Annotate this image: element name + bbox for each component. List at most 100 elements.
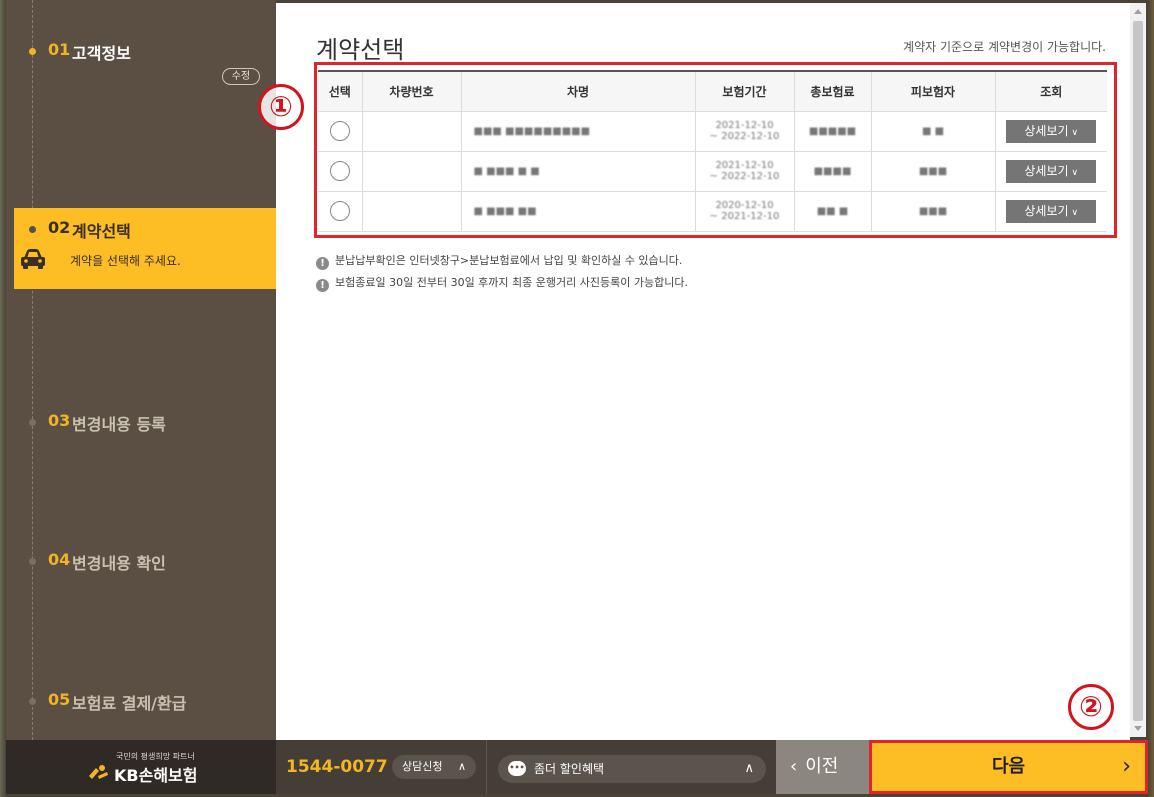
- chevron-down-icon: ∨: [1071, 207, 1079, 218]
- info-icon: !: [316, 279, 329, 292]
- next-label: 다음: [991, 756, 1026, 777]
- contract-radio[interactable]: [329, 201, 350, 221]
- period-cell: 2021-12-10 ~ 2022-12-10: [694, 110, 795, 152]
- edit-button[interactable]: 수정: [222, 68, 260, 85]
- insured-cell: ■■■: [870, 190, 996, 232]
- table-row[interactable]: ■■■ ■■■■■■■■■ 2021-12-10 ~ 2022-12-10 ■■■…: [318, 110, 1107, 152]
- period-end: ~ 2022-12-10: [709, 131, 780, 142]
- step-number: 03: [48, 411, 71, 430]
- period-start: 2021-12-10: [715, 160, 774, 171]
- chevron-right-icon: ›: [1122, 754, 1131, 779]
- annotation-marker-2: ②: [1068, 684, 1114, 730]
- chevron-down-icon: ∨: [1071, 127, 1079, 138]
- detail-view-label: 상세보기: [1024, 123, 1069, 138]
- column-header: 보험기간: [694, 71, 795, 112]
- period-cell: 2020-12-10 ~ 2021-12-10: [694, 190, 795, 232]
- step-dot: [29, 698, 36, 705]
- column-header: 피보험자: [870, 71, 996, 112]
- period-start: 2020-12-10: [715, 200, 774, 211]
- discount-label: 좀더 할인혜택: [534, 762, 605, 776]
- period-cell: 2021-12-10 ~ 2022-12-10: [694, 150, 795, 192]
- notice-text: 보험종료일 30일 전부터 30일 후까지 최종 운행거리 사진등록이 가능합니…: [335, 276, 688, 289]
- kb-star-logo-icon: [89, 765, 108, 779]
- prev-label: 이전: [805, 756, 839, 777]
- chevron-left-icon: ‹: [790, 756, 798, 777]
- select-cell[interactable]: [318, 110, 363, 152]
- period-end: ~ 2021-12-10: [709, 211, 780, 222]
- discount-benefit-button[interactable]: ••• 좀더 할인혜택 ∧: [498, 755, 766, 783]
- step-timeline: [32, 0, 33, 740]
- detail-view-button[interactable]: 상세보기 ∨: [1006, 159, 1097, 183]
- insured-cell: ■■■: [870, 150, 996, 192]
- column-header: 총보험료: [793, 71, 872, 112]
- contract-radio[interactable]: [329, 121, 350, 141]
- action-cell: 상세보기 ∨: [994, 110, 1107, 152]
- step-number: 05: [48, 690, 71, 709]
- detail-view-button[interactable]: 상세보기 ∨: [1006, 119, 1097, 143]
- vertical-scrollbar[interactable]: [1130, 3, 1146, 737]
- footer-divider: [486, 740, 487, 794]
- column-header: 선택: [318, 71, 363, 112]
- table-header-row: 선택 차량번호 차명 보험기간 총보험료 피보험자 조회: [318, 71, 1107, 112]
- step-customer-info[interactable]: 01 고객정보 수정: [6, 38, 276, 98]
- page-note: 계약자 기준으로 계약변경이 가능합니다.: [903, 40, 1106, 54]
- detail-view-label: 상세보기: [1024, 163, 1069, 178]
- step-dot: [29, 419, 36, 426]
- step-number: 01: [48, 40, 71, 59]
- step-contract-select[interactable]: 02 계약선택 계약을 선택해 주세요.: [14, 208, 276, 289]
- car-icon: [21, 249, 45, 269]
- phone-number[interactable]: 1544-0077: [286, 757, 388, 777]
- brand-logo-text: KB손해보험: [114, 766, 198, 785]
- contract-radio[interactable]: [329, 161, 350, 181]
- scroll-down-icon[interactable]: [1134, 726, 1142, 731]
- consult-request-button[interactable]: 상담신청 ∧: [392, 755, 476, 779]
- vehicle-number-cell: [361, 190, 462, 232]
- period-end: ~ 2022-12-10: [709, 171, 780, 182]
- annotation-marker-1: ①: [258, 84, 304, 130]
- vehicle-number-cell: [361, 150, 462, 192]
- prev-button[interactable]: ‹ 이전: [776, 740, 869, 794]
- action-cell: 상세보기 ∨: [994, 190, 1107, 232]
- select-cell[interactable]: [318, 190, 363, 232]
- step-dot: [29, 226, 36, 233]
- table-row[interactable]: ■ ■■■ ■■ 2020-12-10 ~ 2021-12-10 ■■ ■ ■■■…: [318, 190, 1107, 232]
- table-row[interactable]: ■ ■■■ ■ ■ 2021-12-10 ~ 2022-12-10 ■■■■ ■■…: [318, 150, 1107, 192]
- step-number: 04: [48, 550, 71, 569]
- action-cell: 상세보기 ∨: [994, 150, 1107, 192]
- step-title: 보험료 결제/환급: [72, 694, 187, 713]
- step-subtitle: 계약을 선택해 주세요.: [70, 254, 181, 268]
- select-cell[interactable]: [318, 150, 363, 192]
- detail-view-label: 상세보기: [1024, 203, 1069, 218]
- scroll-up-icon[interactable]: [1134, 9, 1142, 14]
- consult-label: 상담신청: [402, 760, 443, 773]
- scroll-thumb[interactable]: [1133, 21, 1143, 721]
- detail-view-button[interactable]: 상세보기 ∨: [1006, 199, 1097, 223]
- step-title: 계약선택: [72, 222, 131, 241]
- chevron-up-icon: ∧: [744, 761, 754, 776]
- info-icon: !: [316, 257, 329, 270]
- step-dot: [29, 558, 36, 565]
- step-dot: [29, 48, 36, 55]
- step-title: 변경내용 확인: [72, 554, 166, 573]
- logo-tagline: 국민의 평생희망 파트너: [116, 752, 195, 761]
- column-header: 차명: [460, 71, 696, 112]
- brand-logo-area: 국민의 평생희망 파트너 KB손해보험: [6, 740, 276, 794]
- chevron-down-icon: ∨: [1071, 167, 1079, 178]
- period-start: 2021-12-10: [715, 120, 774, 131]
- vehicle-number-cell: [361, 110, 462, 152]
- chevron-up-icon: ∧: [457, 760, 466, 773]
- car-name-cell: ■ ■■■ ■■: [460, 190, 696, 232]
- step-title: 고객정보: [72, 44, 131, 63]
- premium-cell: ■■■■: [793, 150, 872, 192]
- column-header: 차량번호: [361, 71, 462, 112]
- contract-table: 선택 차량번호 차명 보험기간 총보험료 피보험자 조회 ■■■ ■■■■■■■…: [318, 70, 1107, 232]
- step-title: 변경내용 등록: [72, 415, 166, 434]
- footer-bar: 국민의 평생희망 파트너 KB손해보험 1544-0077 상담신청 ∧ ••• 좀…: [6, 740, 1148, 794]
- car-name-cell: ■ ■■■ ■ ■: [460, 150, 696, 192]
- next-button[interactable]: 다음 ›: [869, 740, 1148, 794]
- step-sidebar: 01 고객정보 수정 02 계약선택 계약을 선택해 주세요. 03 변경내용 …: [6, 0, 276, 740]
- chat-bubble-icon: •••: [508, 761, 526, 776]
- column-header: 조회: [994, 71, 1107, 112]
- page-title: 계약선택: [316, 36, 405, 64]
- insured-cell: ■ ■: [870, 110, 996, 152]
